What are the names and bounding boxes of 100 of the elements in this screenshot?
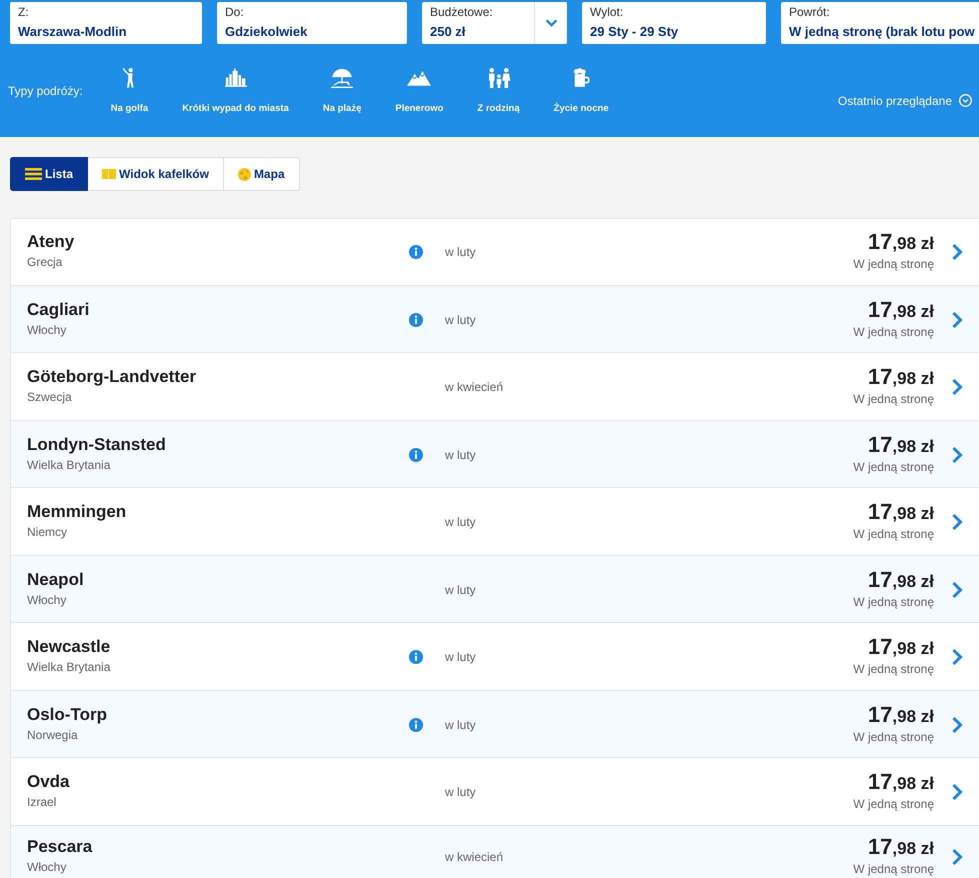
country-name: Niemcy (27, 524, 68, 540)
trip-type-link[interactable]: Na plażę (322, 66, 362, 114)
info-icon[interactable] (409, 312, 423, 326)
country-name: Grecja (27, 254, 62, 270)
fare-type: W jedną stronę (853, 728, 934, 744)
travel-month: w luty (445, 446, 476, 462)
family-icon (486, 68, 511, 88)
country-name: Szwecja (27, 389, 72, 405)
city-name: Ovda (27, 772, 70, 792)
golfer-icon (122, 66, 136, 88)
price: 17,98 zł (868, 702, 934, 728)
info-icon[interactable] (409, 650, 423, 664)
destination-row[interactable]: Ateny Grecja w luty 17,98 zł W jedną stronę (10, 218, 979, 286)
price: 17,98 zł (868, 432, 934, 458)
budget-field[interactable]: Budżetowe: 250 zł (422, 2, 567, 44)
chevron-right-icon[interactable] (951, 310, 963, 328)
chevron-right-icon[interactable] (951, 580, 963, 598)
fare-type: W jedną stronę (853, 256, 934, 272)
fare-type: W jedną stronę (853, 860, 934, 876)
price: 17,98 zł (868, 296, 934, 322)
price: 17,98 zł (868, 634, 934, 660)
country-name: Wielka Brytania (27, 456, 110, 472)
price: 17,98 zł (868, 499, 934, 525)
fare-type: W jedną stronę (853, 391, 934, 407)
chevron-down-icon (544, 19, 558, 27)
chevron-right-icon[interactable] (951, 648, 963, 666)
info-icon[interactable] (409, 718, 423, 732)
country-name: Wielka Brytania (27, 659, 110, 675)
travel-month: w luty (445, 514, 476, 530)
destination-row[interactable]: Ovda Izrael w luty 17,98 zł W jedną stronę (10, 758, 979, 826)
field-value: Gdziekolwiek (225, 23, 308, 40)
fare-type: W jedną stronę (853, 661, 934, 677)
field-label: Z: (18, 5, 29, 19)
departure-date-field[interactable]: Wylot: 29 Sty - 29 Sty (582, 2, 766, 44)
trip-types-label: Typy podróży: (8, 84, 83, 98)
chevron-down-circle-icon (959, 94, 972, 107)
beach-umbrella-icon (330, 68, 354, 88)
field-value: 29 Sty - 29 Sty (590, 23, 678, 40)
trip-type-link[interactable]: Z rodziną (477, 66, 520, 114)
info-icon[interactable] (409, 448, 423, 462)
view-tab[interactable]: Widok kafelków (88, 157, 224, 191)
field-label: Do: (225, 5, 244, 19)
travel-month: w luty (445, 244, 476, 260)
destination-row[interactable]: Neapol Włochy w luty 17,98 zł W jedną stronę (10, 556, 979, 623)
price: 17,98 zł (868, 566, 934, 592)
fare-type: W jedną stronę (853, 594, 934, 610)
info-icon[interactable] (409, 245, 423, 259)
travel-month: w luty (445, 716, 476, 732)
city-name: Oslo-Torp (27, 704, 107, 724)
city-name: Newcastle (27, 637, 110, 657)
recently-viewed-button[interactable]: Ostatnio przeglądane (838, 94, 972, 108)
globe-icon (238, 168, 251, 180)
chevron-right-icon[interactable] (951, 378, 963, 396)
fare-type: W jedną stronę (853, 458, 934, 474)
fare-type: W jedną stronę (853, 796, 934, 812)
chevron-right-icon[interactable] (951, 446, 963, 464)
travel-month: w luty (445, 312, 476, 328)
chevron-right-icon[interactable] (951, 513, 963, 531)
fare-type: W jedną stronę (853, 324, 934, 340)
destination-row[interactable]: Londyn-Stansted Wielka Brytania w luty 17,98 zł W jedną stronę (10, 420, 979, 488)
destination-row[interactable]: Pescara Włochy w kwiecień 17,98 zł W jedną stronę (10, 826, 979, 878)
field-value: Warszawa-Modlin (18, 23, 127, 40)
destination-row[interactable]: Memmingen Niemcy w luty 17,98 zł W jedną stronę (10, 488, 979, 556)
travel-month: w kwiecień (445, 848, 504, 864)
destination-row[interactable]: Oslo-Torp Norwegia w luty 17,98 zł W jedną stronę (10, 690, 979, 758)
travel-month: w luty (445, 649, 476, 665)
city-name: Ateny (27, 232, 74, 252)
trip-type-link[interactable]: Życie nocne (554, 66, 609, 114)
travel-month: w luty (445, 784, 476, 800)
view-tab[interactable]: Mapa (224, 157, 300, 191)
trip-type-link[interactable]: Na golfa (110, 66, 148, 114)
country-name: Norwegia (27, 726, 78, 742)
chevron-right-icon[interactable] (951, 243, 963, 261)
tiles-icon (102, 169, 116, 179)
destination-field[interactable]: Do: Gdziekolwiek (217, 2, 407, 44)
dropdown-button[interactable] (534, 2, 567, 44)
trip-type-link[interactable]: Plenerowo (395, 66, 444, 114)
beer-mug-icon (572, 68, 590, 87)
travel-month: w kwiecień (445, 379, 504, 395)
price: 17,98 zł (868, 364, 934, 390)
list-icon (25, 168, 42, 180)
chevron-right-icon[interactable] (951, 716, 963, 734)
origin-field[interactable]: Z: Warszawa-Modlin (10, 2, 202, 44)
city-name: Göteborg-Landvetter (27, 367, 196, 387)
destination-row[interactable]: Newcastle Wielka Brytania w luty 17,98 zł W jedną stronę (10, 623, 979, 690)
chevron-right-icon[interactable] (951, 783, 963, 801)
mountains-icon (407, 70, 432, 86)
view-tab[interactable]: Lista (10, 157, 88, 191)
skyline-icon (224, 68, 246, 87)
trip-type-link[interactable]: Krótki wypad do miasta (182, 66, 289, 114)
price: 17,98 zł (868, 834, 934, 860)
destination-row[interactable]: Cagliari Włochy w luty 17,98 zł W jedną stronę (10, 286, 979, 353)
fare-type: W jedną stronę (853, 526, 934, 542)
field-value: 250 zł (430, 23, 466, 40)
return-field[interactable]: Powrót: W jedną stronę (brak lotu pow (781, 2, 979, 44)
destination-row[interactable]: Göteborg-Landvetter Szwecja w kwiecień 17,98 zł W jedną stronę (10, 353, 979, 420)
field-label: Wylot: (590, 5, 624, 19)
city-name: Pescara (27, 836, 92, 856)
chevron-right-icon[interactable] (951, 848, 963, 866)
country-name: Izrael (27, 794, 56, 810)
